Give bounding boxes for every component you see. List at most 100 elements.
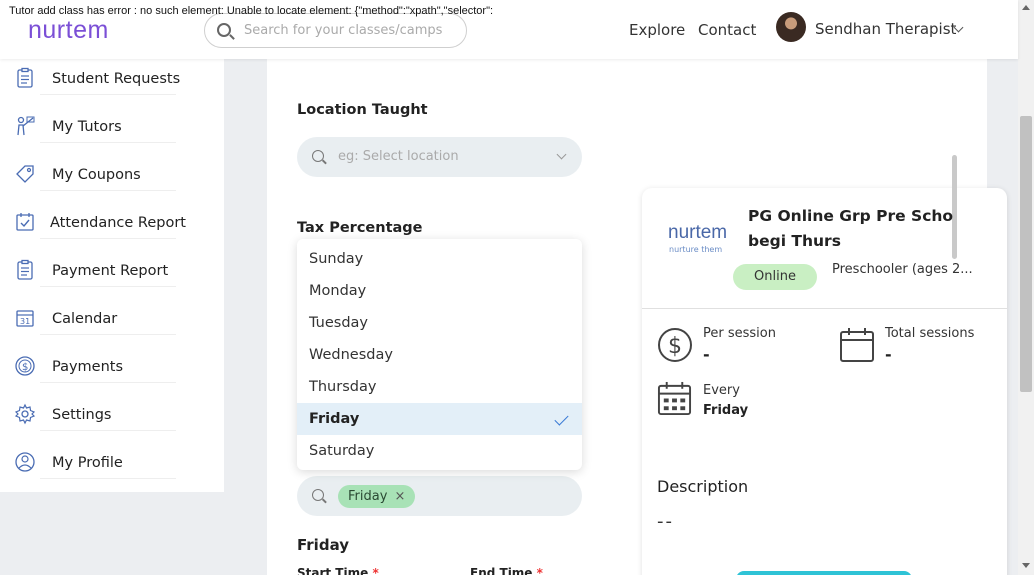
nav-explore-link[interactable]: Explore [629,21,685,39]
divider [40,382,176,383]
svg-text:31: 31 [20,317,30,326]
svg-text:$: $ [22,362,28,373]
option-label: Friday [309,411,360,427]
divider [642,308,1007,309]
start-time-label: Start Time * [297,566,379,575]
sidebar-item-calendar[interactable]: 31 Calendar [0,301,224,341]
required-mark: * [372,566,379,575]
day-option-sunday[interactable]: Sunday [297,243,582,275]
sidebar-item-my-tutors[interactable]: My Tutors [0,109,224,149]
calendar-icon: 31 [16,310,34,327]
search-icon [217,23,231,37]
dollar-circle-icon: $ [658,328,692,362]
end-time-label: End Time * [470,566,543,575]
avatar[interactable] [776,12,806,42]
per-session-label: Per session [703,326,776,341]
total-sessions-label: Total sessions [885,326,975,341]
selected-day-chip: Friday × [338,485,416,508]
start-time-text: Start Time [297,566,369,575]
remove-chip-icon[interactable]: × [395,485,406,508]
every-value: Friday [703,403,749,418]
scrollbar-thumb[interactable] [1020,116,1032,392]
sidebar-item-my-coupons[interactable]: My Coupons [0,157,224,197]
tag-icon [16,165,34,183]
sidebar-item-settings[interactable]: Settings [0,397,224,437]
calendar-grid-icon [657,381,692,416]
day-option-tuesday[interactable]: Tuesday [297,307,582,339]
sidebar-item-label: Student Requests [52,71,181,87]
sidebar-item-label: Attendance Report [50,215,186,231]
divider [40,94,176,95]
search-icon [312,489,324,501]
location-select[interactable]: eg: Select location [297,137,582,177]
day-option-monday[interactable]: Monday [297,275,582,307]
sidebar-item-label: Payment Report [52,263,169,279]
logo-text: nurtem [28,16,109,44]
scroll-up-arrow-icon[interactable] [1022,5,1030,10]
day-option-saturday[interactable]: Saturday [297,435,582,467]
scroll-down-arrow-icon[interactable] [1022,563,1030,568]
online-badge: Online [733,264,817,290]
user-name[interactable]: Sendhan Therapist [815,20,956,38]
divider [40,478,176,479]
description-label: Description [657,477,749,496]
sidebar-item-my-profile[interactable]: My Profile [0,445,224,485]
total-sessions-value: - [885,345,892,364]
option-label: Thursday [309,379,377,395]
sidebar-item-label: Settings [52,407,112,423]
calendar-icon [840,328,874,362]
gear-icon [14,403,36,425]
divider [40,286,176,287]
days-multiselect[interactable]: Friday × [297,476,582,516]
day-dropdown-menu: Sunday Monday Tuesday Wednesday Thursday… [297,239,582,470]
search-placeholder: Search for your classes/camps [244,23,443,38]
option-label: Monday [309,283,367,299]
option-label: Saturday [309,443,375,459]
sidebar-item-label: My Coupons [52,167,141,183]
option-label: Wednesday [309,347,393,363]
sidebar-item-label: My Profile [52,455,123,471]
tax-percentage-label: Tax Percentage [297,220,423,236]
end-time-text: End Time [470,566,533,575]
sidebar-item-label: Payments [52,359,124,375]
nav-contact-link[interactable]: Contact [698,21,756,39]
sidebar-item-payment-report[interactable]: Payment Report [0,253,224,293]
chevron-down-icon [556,149,567,160]
per-session-value: - [703,345,710,364]
sidebar-item-label: Calendar [52,311,118,327]
age-group-text: Preschooler (ages 2... [832,262,973,277]
sidebar-item-student-requests[interactable]: Student Requests [0,61,224,101]
required-mark: * [536,566,543,575]
divider [40,190,176,191]
every-label: Every [703,383,740,398]
clipboard-icon [17,259,33,280]
divider [40,334,176,335]
error-message: Tutor add class has error : no such elem… [9,5,494,17]
divider [40,238,176,239]
search-icon [312,150,324,162]
preview-logo-tagline: nurture them [669,245,723,254]
location-placeholder: eg: Select location [338,149,459,164]
day-option-friday[interactable]: Friday [297,403,582,435]
day-option-wednesday[interactable]: Wednesday [297,339,582,371]
preview-class-title: PG Online Grp Pre Scho begi Thurs [748,207,954,250]
page-scrollbar[interactable] [1018,0,1034,575]
clipboard-icon [17,67,33,88]
nurtem-logo[interactable]: nurtem [28,16,109,45]
chip-label: Friday [348,489,388,504]
day-option-thursday[interactable]: Thursday [297,371,582,403]
preview-logo: nurtem [668,222,728,243]
preview-action-button[interactable] [736,571,912,575]
option-label: Sunday [309,251,364,267]
sidebar-item-payments[interactable]: $ Payments [0,349,224,389]
location-label: Location Taught [297,102,428,118]
divider [40,142,176,143]
teacher-icon [17,116,35,136]
search-input[interactable]: Search for your classes/camps [204,13,467,48]
divider [40,430,176,431]
sidebar-item-attendance-report[interactable]: Attendance Report [0,205,224,245]
sidebar-item-label: My Tutors [52,119,122,135]
description-value: -- [657,511,674,532]
check-icon [554,411,569,426]
calendar-check-icon [16,213,34,231]
